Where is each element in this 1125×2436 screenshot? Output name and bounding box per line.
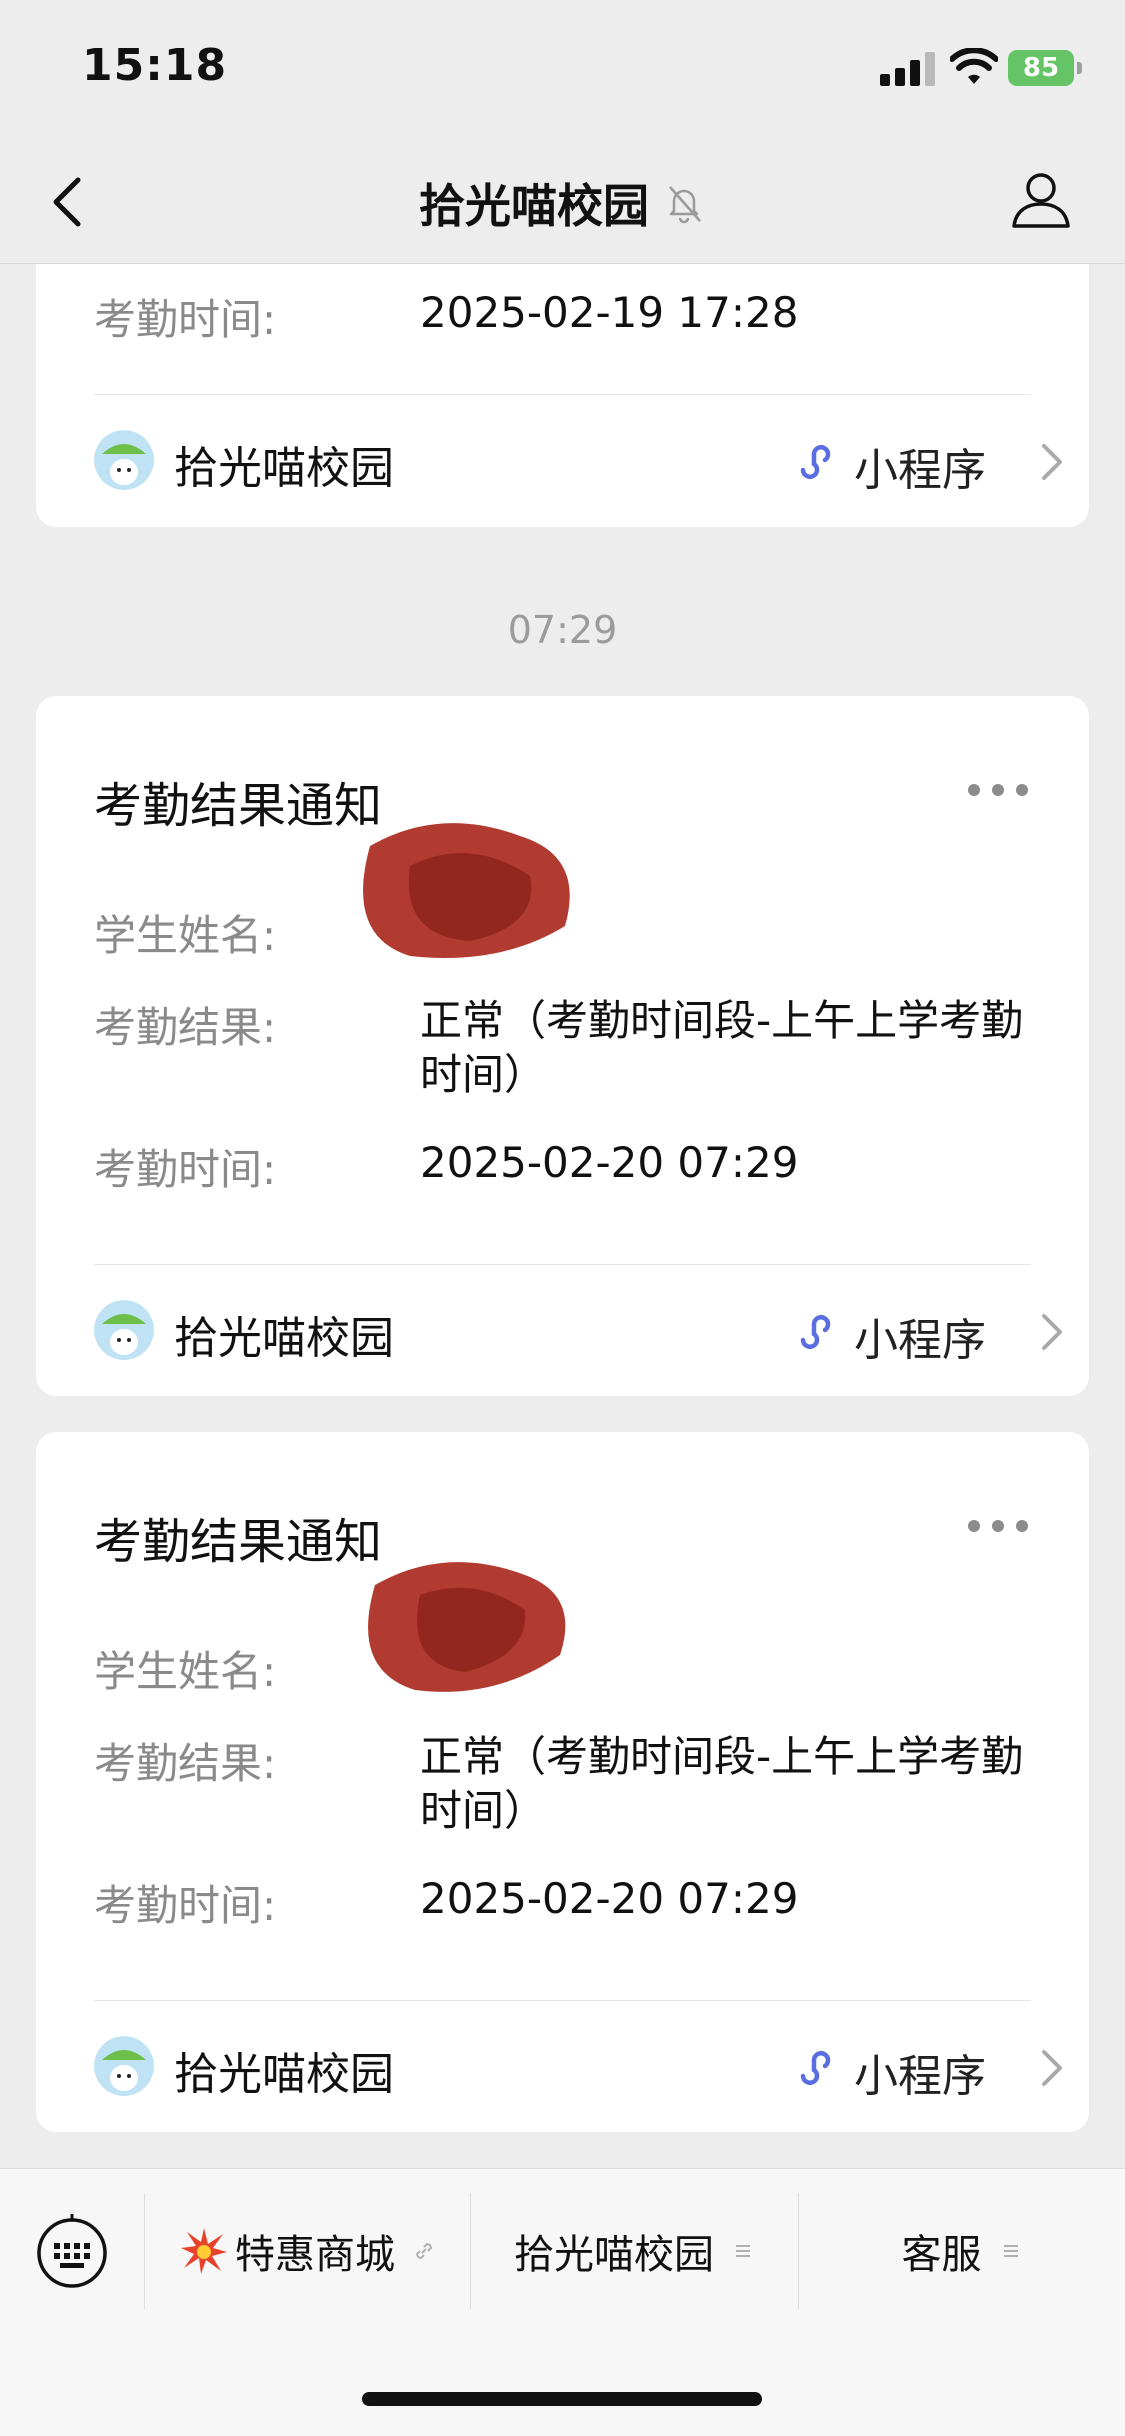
profile-icon[interactable] (1008, 166, 1074, 232)
mini-program-label: 小程序 (854, 1315, 986, 1366)
field-label: 学生姓名: (94, 1647, 277, 1696)
link-icon (415, 2242, 433, 2260)
field-value: 2025-02-20 07:29 (420, 1874, 799, 1923)
card-divider (94, 2000, 1031, 2001)
battery-nub (1077, 62, 1082, 74)
card-footer[interactable]: 拾光喵校园 小程序 (94, 2026, 1062, 2106)
card-title: 考勤结果通知 (94, 778, 383, 834)
status-time: 15:18 (82, 40, 228, 91)
field-value: 正常（考勤时间段-上午上学考勤时间） (420, 1732, 1024, 1835)
menu-separator (144, 2193, 145, 2309)
menu-separator (470, 2193, 471, 2309)
field-label: 考勤时间: (94, 1881, 277, 1930)
field-value: 2025-02-20 07:29 (420, 1138, 799, 1187)
field-value: 2025-02-19 17:28 (420, 288, 799, 337)
card-divider (94, 1264, 1031, 1265)
battery-icon: 85 (1008, 50, 1074, 86)
menu-item-label: 客服 (901, 2232, 982, 2278)
menu-lines-icon (736, 2245, 750, 2257)
field-label: 学生姓名: (94, 911, 277, 960)
attendance-result-card[interactable]: 考勤结果通知 学生姓名: 考勤结果: 正常（考勤时间段-上午上学考勤时间） 考勤… (36, 1432, 1089, 2132)
chevron-right-icon (1042, 444, 1062, 480)
redaction-mark (368, 1562, 566, 1692)
menu-item-campus[interactable]: 拾光喵校园 (472, 2191, 798, 2311)
attendance-result-card[interactable]: 考勤结果通知 学生姓名: 考勤结果: 正常（考勤时间段-上午上学考勤时间） 考勤… (36, 696, 1089, 1396)
field-label: 考勤时间: (94, 295, 277, 344)
menu-item-label: 拾光喵校园 (514, 2232, 714, 2278)
more-options-icon[interactable] (968, 784, 1028, 798)
menu-item-customer-service[interactable]: 客服 (800, 2191, 1125, 2311)
card-footer[interactable]: 拾光喵校园 小程序 (94, 1290, 1062, 1370)
field-label: 考勤时间: (94, 1145, 277, 1194)
menu-item-label: 特惠商城 (235, 2232, 395, 2278)
nav-title: 拾光喵校园 (418, 179, 649, 233)
burst-icon (181, 2228, 227, 2274)
keyboard-toggle-icon[interactable] (34, 2213, 110, 2289)
battery-level: 85 (1022, 53, 1060, 83)
nav-title-container: 拾光喵校园 (0, 170, 1125, 236)
cellular-signal-icon (880, 52, 936, 86)
app-avatar-icon (94, 430, 154, 490)
chevron-right-icon (1042, 1314, 1062, 1350)
status-bar: 15:18 85 (0, 0, 1125, 140)
footer-app-name: 拾光喵校园 (174, 443, 394, 494)
chat-content[interactable]: 考勤时间: 2025-02-19 17:28 拾光喵校园 小程序 07:29 考… (0, 264, 1125, 2168)
mute-bell-icon (669, 186, 701, 224)
card-title: 考勤结果通知 (94, 1514, 383, 1570)
attendance-card[interactable]: 考勤时间: 2025-02-19 17:28 拾光喵校园 小程序 (36, 264, 1089, 527)
card-footer[interactable]: 拾光喵校园 小程序 (94, 420, 1062, 500)
chat-timestamp: 07:29 (507, 608, 618, 652)
mini-program-label: 小程序 (854, 445, 986, 496)
footer-app-name: 拾光喵校园 (174, 1313, 394, 1364)
wifi-icon (950, 48, 998, 84)
app-avatar-icon (94, 2036, 154, 2096)
card-divider (94, 394, 1031, 395)
menu-lines-icon (1003, 2245, 1018, 2257)
field-label: 考勤结果: (94, 1739, 277, 1788)
menu-item-special-mall[interactable]: 特惠商城 (146, 2191, 470, 2311)
mini-program-icon (800, 445, 831, 479)
chat-screen: 15:18 85 拾光喵校园 考勤时间: 2025-02-19 17:28 拾光… (0, 0, 1125, 2436)
app-avatar-icon (94, 1300, 154, 1360)
home-indicator[interactable] (362, 2392, 762, 2406)
mini-program-icon (800, 1315, 831, 1349)
nav-bar: 拾光喵校园 (0, 140, 1125, 264)
redaction-mark (363, 823, 570, 958)
mini-program-label: 小程序 (854, 2051, 986, 2102)
field-value: 正常（考勤时间段-上午上学考勤时间） (420, 996, 1024, 1099)
chevron-right-icon (1042, 2050, 1062, 2086)
menu-separator (798, 2193, 799, 2309)
more-options-icon[interactable] (968, 1520, 1028, 1534)
mini-program-icon (800, 2051, 831, 2085)
footer-app-name: 拾光喵校园 (174, 2049, 394, 2100)
field-label: 考勤结果: (94, 1003, 277, 1052)
